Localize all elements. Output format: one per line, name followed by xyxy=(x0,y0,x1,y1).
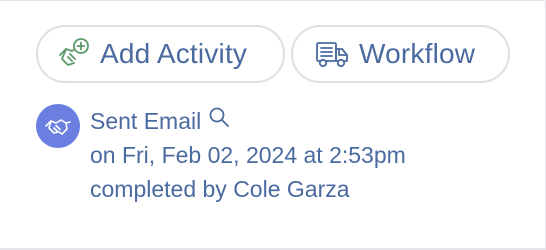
activity-title[interactable]: Sent Email xyxy=(90,104,201,138)
workflow-button[interactable]: Workflow xyxy=(291,25,510,83)
search-icon[interactable] xyxy=(207,105,231,129)
add-activity-button[interactable]: Add Activity xyxy=(36,25,285,83)
activity-title-row: Sent Email xyxy=(90,104,510,138)
activity-completed-by: completed by Cole Garza xyxy=(90,176,350,202)
truck-icon xyxy=(313,35,351,73)
handshake-icon xyxy=(44,112,72,140)
workflow-label: Workflow xyxy=(359,38,476,69)
activity-avatar xyxy=(36,104,80,148)
handshake-plus-icon xyxy=(56,35,94,73)
add-activity-label: Add Activity xyxy=(100,38,248,69)
top-divider xyxy=(0,0,546,1)
activity-date: on Fri, Feb 02, 2024 at 2:53pm xyxy=(90,142,406,168)
activity-details: Sent Email on Fri, Feb 02, 2024 at 2:53p… xyxy=(90,104,510,206)
